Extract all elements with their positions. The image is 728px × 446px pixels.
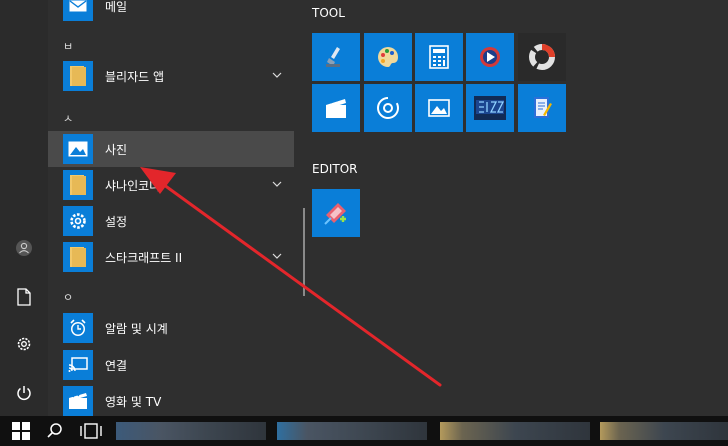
tile-donut-app[interactable]: [518, 33, 566, 81]
app-item-mail[interactable]: 메일: [48, 0, 294, 24]
power-button[interactable]: [8, 377, 40, 409]
blizzard-icon: [474, 96, 506, 120]
app-label: 샤나인코더: [105, 178, 161, 193]
app-label: 블리자드 앱: [105, 69, 165, 84]
app-item-movies-tv[interactable]: 영화 및 TV: [48, 383, 294, 419]
media-player-icon: [480, 47, 500, 67]
tile-calculator[interactable]: [415, 33, 463, 81]
app-label: 알람 및 시계: [105, 321, 168, 336]
app-label: 설정: [105, 214, 128, 229]
tile-paint-tool[interactable]: [312, 33, 360, 81]
taskbar-app-blurred[interactable]: [116, 422, 266, 440]
app-item-photos[interactable]: 사진: [48, 131, 294, 167]
mail-icon: [63, 0, 93, 21]
taskbar-app-blurred[interactable]: [600, 422, 728, 440]
task-view-button[interactable]: [80, 420, 102, 442]
start-button[interactable]: [12, 420, 34, 442]
folder-icon: [63, 170, 93, 200]
app-label: 스타크래프트 II: [105, 250, 183, 265]
tile-notebook[interactable]: [518, 84, 566, 132]
alarm-clock-icon: [63, 313, 93, 343]
app-item-connect[interactable]: 연결: [48, 347, 294, 383]
settings-gear-icon: [17, 337, 31, 351]
tile-group-title-tool[interactable]: TOOL: [312, 6, 345, 20]
task-view-icon: [80, 423, 102, 439]
photos-icon: [63, 134, 93, 164]
calculator-icon: [429, 45, 449, 69]
app-item-shana-encoder[interactable]: 샤나인코더: [48, 167, 294, 203]
chevron-down-icon: [272, 253, 282, 259]
editor-app-icon: [324, 203, 346, 225]
folder-icon: [63, 242, 93, 272]
chevron-down-icon: [272, 72, 282, 78]
taskbar-app-blurred[interactable]: [277, 422, 427, 440]
settings-button[interactable]: [8, 328, 40, 360]
search-button[interactable]: [46, 420, 66, 442]
app-label: 메일: [105, 0, 128, 14]
app-label: 사진: [105, 142, 128, 157]
app-item-settings[interactable]: 설정: [48, 203, 294, 239]
taskbar-app-blurred[interactable]: [440, 422, 590, 440]
tile-blizzard[interactable]: [466, 84, 514, 132]
paint-roller-icon: [326, 47, 340, 67]
clapperboard-icon: [326, 97, 346, 118]
palette-icon: [378, 47, 398, 67]
tile-paint[interactable]: [364, 33, 412, 81]
app-item-alarms-clock[interactable]: 알람 및 시계: [48, 310, 294, 346]
app-list: 메일 ㅂ 블리자드 앱 ㅅ 사진 샤나인코더 설정 스타크래프트 II ㅇ 알람…: [48, 0, 298, 416]
movies-icon: [63, 386, 93, 416]
taskbar: [0, 416, 728, 446]
chevron-down-icon: [272, 181, 282, 187]
notebook-icon: [534, 97, 552, 118]
folder-icon: [63, 61, 93, 91]
app-label: 연결: [105, 358, 128, 373]
app-label: 영화 및 TV: [105, 394, 162, 409]
tile-photos[interactable]: [415, 84, 463, 132]
tile-media-player[interactable]: [466, 33, 514, 81]
photos-icon: [428, 99, 450, 117]
start-left-rail: [0, 0, 48, 416]
tile-editor-app[interactable]: [312, 189, 360, 237]
document-icon: [17, 288, 31, 306]
tile-groove-music[interactable]: [364, 84, 412, 132]
app-item-blizzard-app[interactable]: 블리자드 앱: [48, 58, 294, 94]
documents-button[interactable]: [8, 281, 40, 313]
power-icon: [17, 386, 31, 401]
windows-logo-icon: [12, 422, 30, 440]
gear-icon: [63, 206, 93, 236]
section-letter-siot[interactable]: ㅅ: [63, 110, 73, 126]
connect-icon: [63, 350, 93, 380]
donut-app-icon: [529, 44, 555, 70]
user-account-button[interactable]: [8, 232, 40, 264]
search-icon: [47, 423, 62, 438]
app-list-scrollbar[interactable]: [303, 208, 305, 296]
section-letter-ieung[interactable]: ㅇ: [63, 289, 73, 305]
user-avatar-icon: [16, 240, 32, 256]
tile-group-title-editor[interactable]: EDITOR: [312, 162, 357, 176]
tile-movies[interactable]: [312, 84, 360, 132]
disc-icon: [377, 96, 399, 119]
app-item-starcraft-ii[interactable]: 스타크래프트 II: [48, 239, 294, 275]
section-letter-bieup[interactable]: ㅂ: [63, 38, 73, 54]
